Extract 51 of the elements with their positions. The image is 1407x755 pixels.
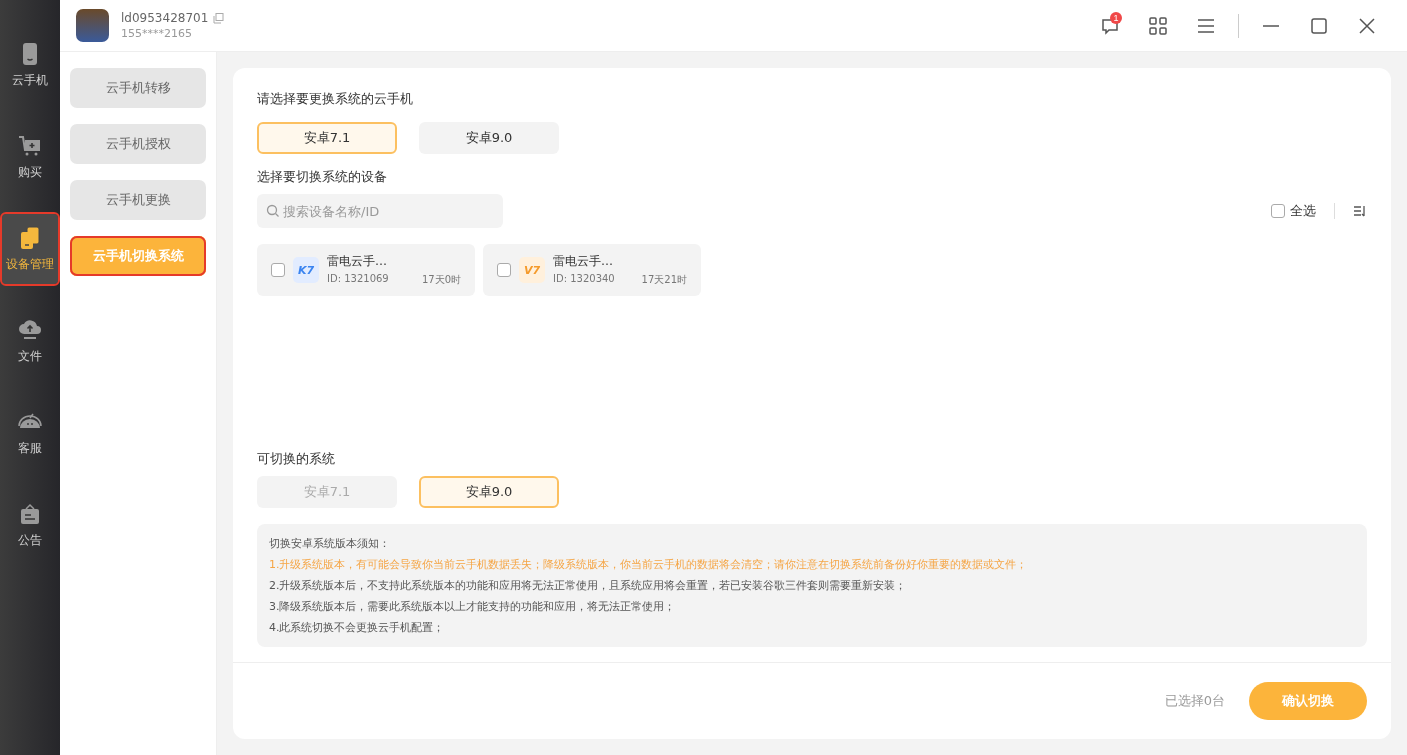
notice-line: 2.升级系统版本后，不支持此系统版本的功能和应用将无法正常使用，且系统应用将会重置，若已安装谷歌三件套则需要重新安装； [269, 578, 908, 593]
system-option[interactable]: 安卓7.1 [257, 122, 397, 154]
notice-title: 切换安卓系统版本须知： [269, 536, 391, 551]
notice-board-icon [18, 501, 42, 526]
notice-line: 1.升级系统版本，有可能会导致你当前云手机数据丢失；降级系统版本，你当前云手机的数据将会清空；请你注意在切换系统前备份好你重要的数据或文件； [269, 557, 1029, 572]
sort-icon[interactable] [1353, 204, 1367, 218]
device-name: 雷电云手… [327, 253, 388, 270]
remaining-time: 17天21时 [641, 273, 687, 287]
close-icon [1357, 15, 1377, 36]
cloud-upload-icon [18, 317, 42, 342]
minimize-icon [1263, 24, 1279, 27]
device-id: ID: 1320340 [553, 273, 616, 286]
select-all-checkbox[interactable]: 全选 [1271, 202, 1316, 220]
section-title: 请选择要更换系统的云手机 [257, 90, 414, 108]
remaining-time: 17天0时 [421, 273, 461, 287]
device-logo: V7 [519, 257, 545, 283]
device-id: ID: 1321069 [327, 273, 390, 286]
submenu-item[interactable]: 云手机授权 [70, 124, 206, 164]
nav-item[interactable]: 云手机 [2, 30, 58, 100]
section-title: 可切换的系统 [257, 450, 336, 468]
device-logo: K7 [293, 257, 319, 283]
search-icon [266, 204, 280, 218]
selected-count: 已选择0台 [1164, 692, 1225, 710]
submenu-item[interactable]: 云手机转移 [70, 68, 206, 108]
device-checkbox[interactable] [271, 263, 285, 277]
device-name: 雷电云手… [553, 253, 614, 270]
device-checkbox[interactable] [497, 263, 511, 277]
grid-icon [1148, 15, 1168, 36]
section-title: 选择要切换系统的设备 [257, 168, 388, 186]
copy-icon[interactable] [213, 12, 225, 24]
devices-icon [18, 225, 42, 250]
search-field[interactable]: 搜索设备名称/ID [257, 194, 503, 228]
nav-item[interactable]: 客服 [2, 398, 58, 468]
nav-item[interactable]: 设备管理 [2, 214, 58, 284]
username: ld0953428701 [121, 11, 209, 25]
system-option[interactable]: 安卓9.0 [419, 122, 559, 154]
device-card[interactable]: K7 雷电云手… ID: 1321069 17天0时 [257, 244, 475, 296]
nav-item[interactable]: 文件 [2, 306, 58, 376]
avatar-placeholder [76, 9, 109, 42]
message-button[interactable]: 1 [1086, 5, 1134, 46]
cart-icon [18, 133, 42, 158]
nav-item[interactable]: 购买 [2, 122, 58, 192]
maximize-icon [1309, 15, 1329, 36]
device-card[interactable]: V7 雷电云手… ID: 1320340 17天21时 [483, 244, 701, 296]
notice-line: 3.降级系统版本后，需要此系统版本以上才能支持的功能和应用，将无法正常使用； [269, 599, 677, 614]
notice-line: 4.此系统切换不会更换云手机配置； [269, 620, 446, 635]
system-option[interactable]: 安卓9.0 [419, 476, 559, 508]
phone-number: 155****2165 [121, 27, 193, 40]
notification-count: 1 [1110, 11, 1122, 24]
nav-item[interactable]: 公告 [2, 490, 58, 560]
submenu-item[interactable]: 云手机更换 [70, 180, 206, 220]
